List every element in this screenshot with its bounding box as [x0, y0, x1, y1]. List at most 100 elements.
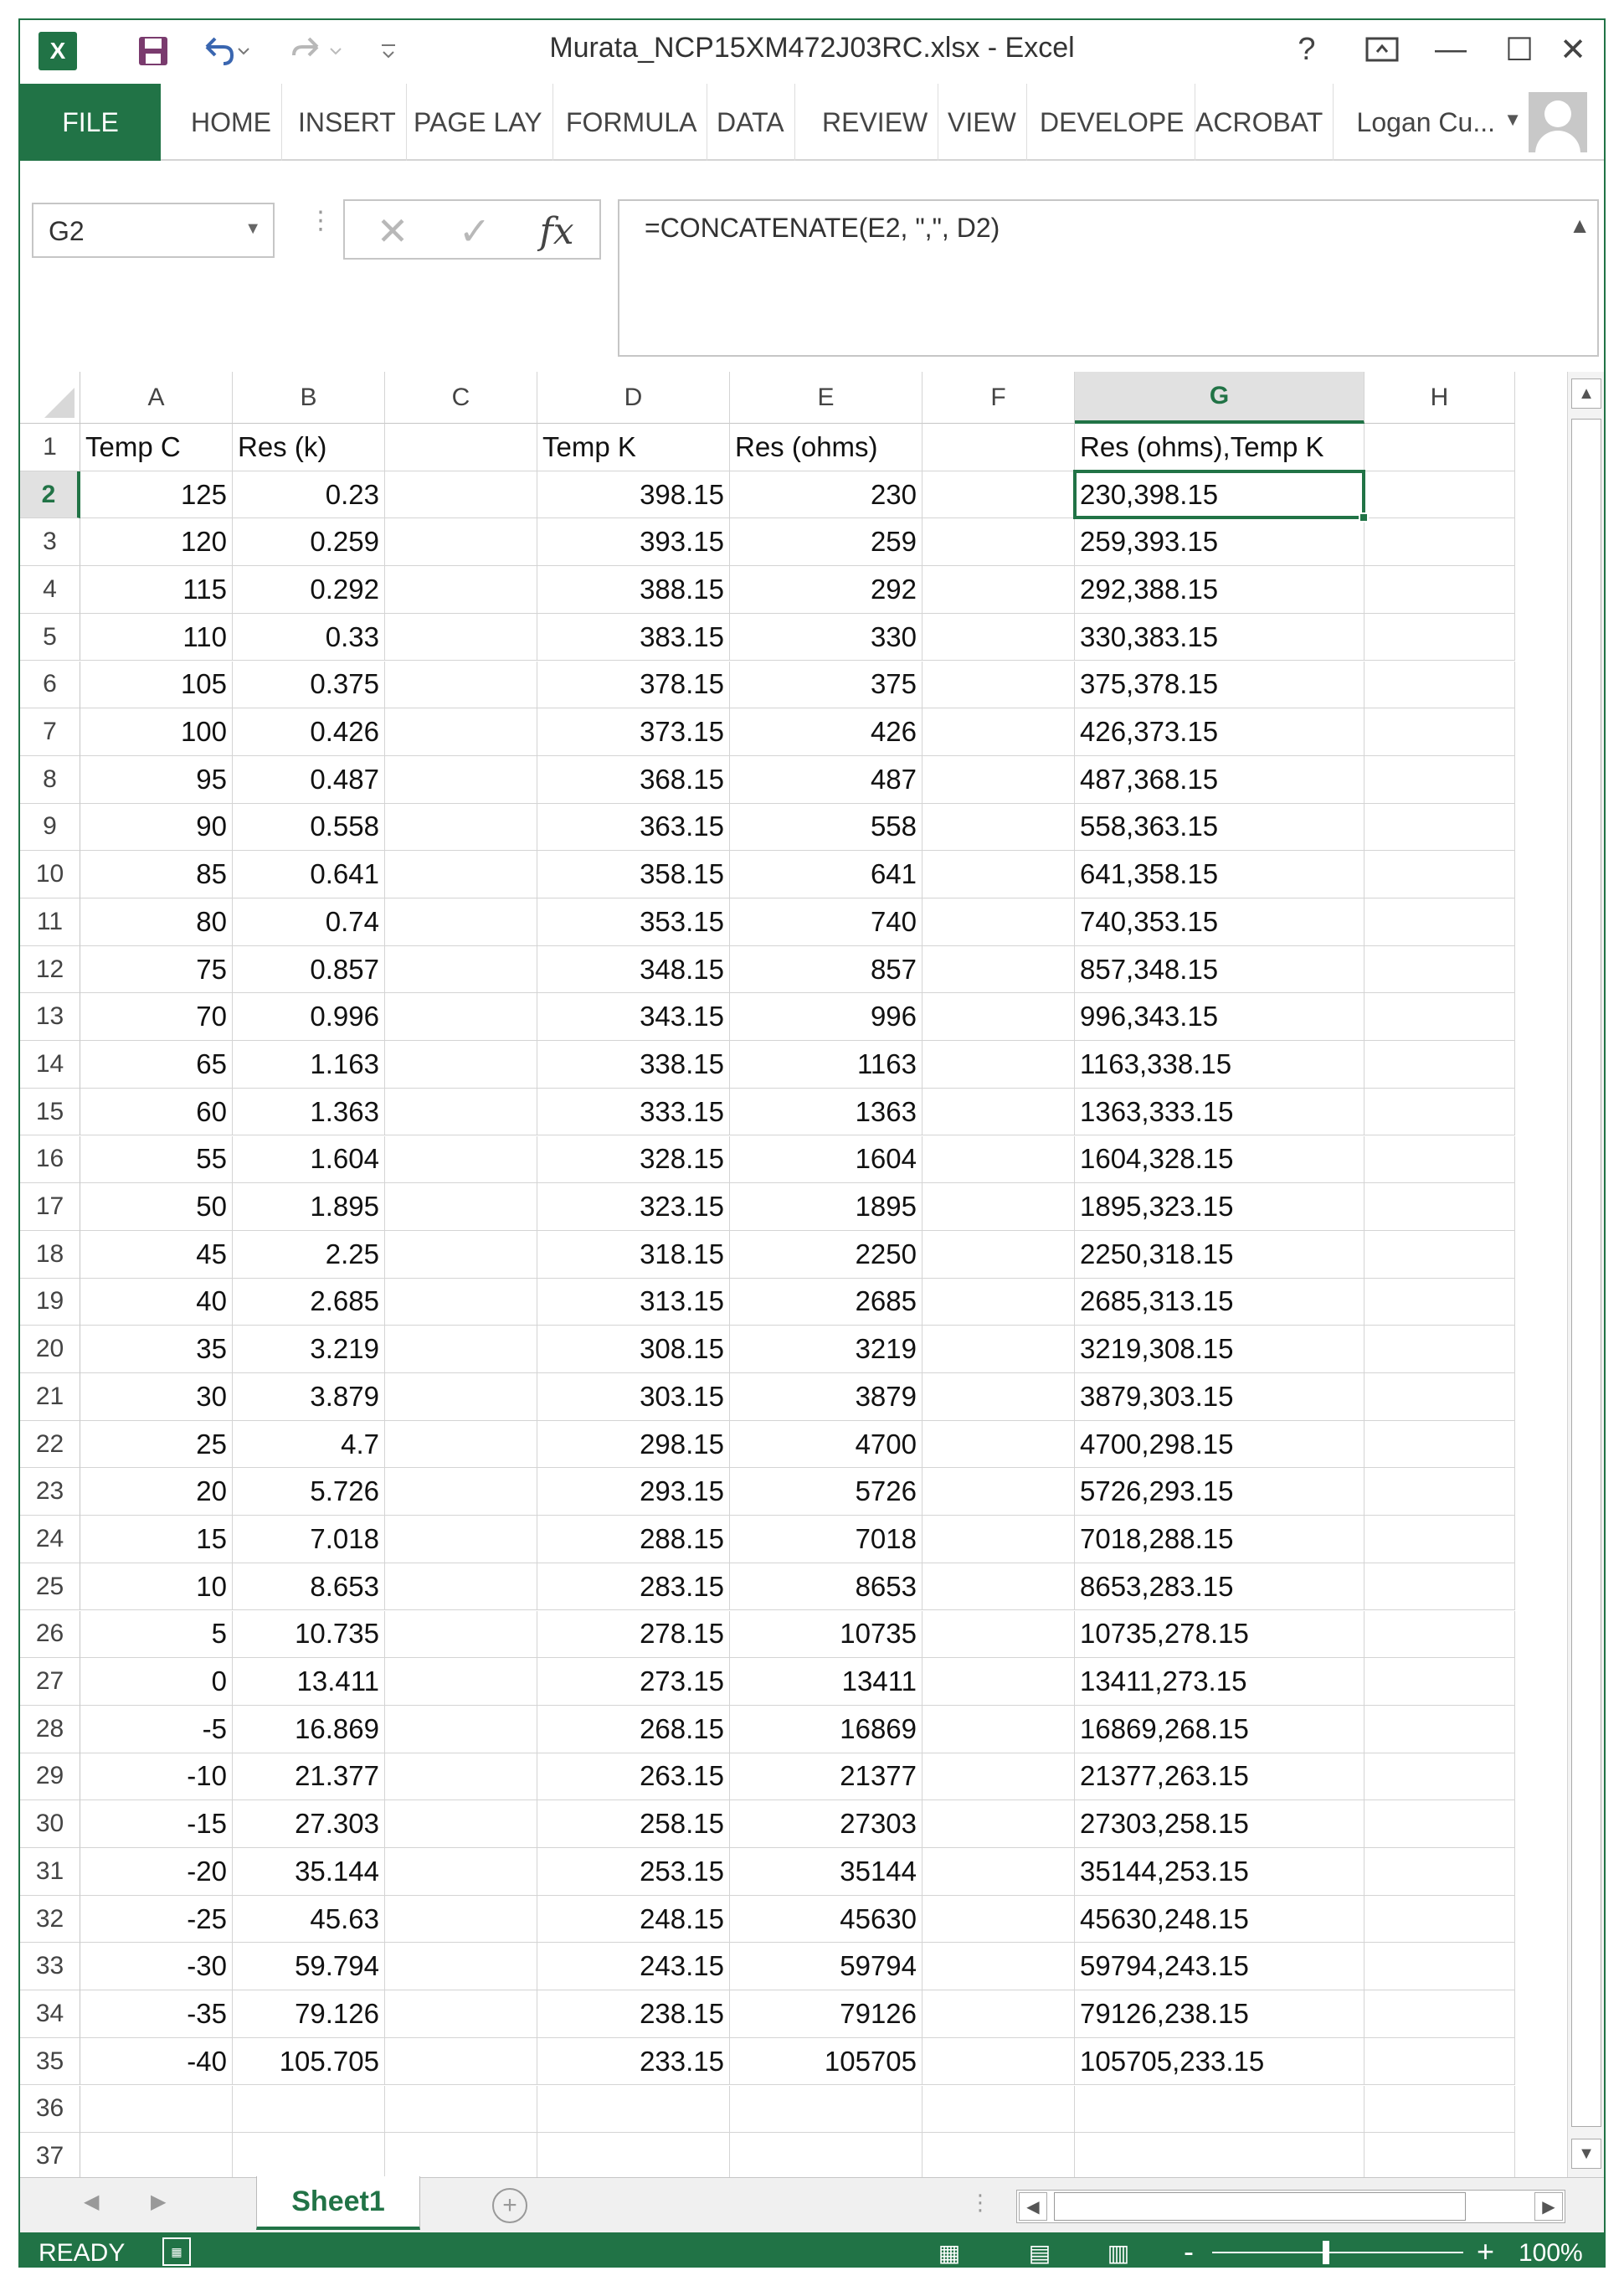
cell-h36[interactable]: [1364, 2085, 1515, 2134]
cell-a31[interactable]: -20: [80, 1848, 233, 1896]
zoom-in-button[interactable]: +: [1477, 2234, 1494, 2266]
cell-a23[interactable]: 20: [80, 1468, 233, 1516]
cell-c25[interactable]: [385, 1563, 537, 1611]
cell-f24[interactable]: [922, 1516, 1075, 1563]
row-header-8[interactable]: 8: [20, 755, 80, 804]
row-header-9[interactable]: 9: [20, 803, 80, 852]
row-header-25[interactable]: 25: [20, 1563, 80, 1611]
cell-b6[interactable]: 0.375: [233, 661, 385, 709]
cell-g20[interactable]: 3219,308.15: [1075, 1326, 1364, 1373]
cell-d12[interactable]: 348.15: [537, 945, 730, 994]
cell-b33[interactable]: 59.794: [233, 1943, 385, 1991]
worksheet-grid[interactable]: A B C D E F G H 1 Temp C Res (k) Temp K Res (ohms) Re…: [20, 372, 1567, 2177]
cell-e8[interactable]: 487: [730, 755, 922, 804]
cell-e26[interactable]: 10735: [730, 1610, 922, 1659]
cell-b32[interactable]: 45.63: [233, 1895, 385, 1944]
cell-a35[interactable]: -40: [80, 2037, 233, 2086]
cell-f10[interactable]: [922, 851, 1075, 898]
help-button[interactable]: ?: [1277, 28, 1336, 70]
cell-c1[interactable]: [385, 424, 537, 471]
zoom-level[interactable]: 100%: [1519, 2239, 1583, 2266]
cell-c36[interactable]: [385, 2085, 537, 2134]
cell-e31[interactable]: 35144: [730, 1848, 922, 1896]
cell-a25[interactable]: 10: [80, 1563, 233, 1611]
cell-g14[interactable]: 1163,338.15: [1075, 1041, 1364, 1089]
cell-d7[interactable]: 373.15: [537, 708, 730, 756]
collapse-formula-bar-icon[interactable]: ▲: [1569, 213, 1591, 239]
scroll-up-icon[interactable]: ▲: [1571, 378, 1601, 409]
cell-f32[interactable]: [922, 1895, 1075, 1944]
cell-a1[interactable]: Temp C: [80, 424, 233, 471]
cell-g12[interactable]: 857,348.15: [1075, 945, 1364, 994]
cell-e12[interactable]: 857: [730, 945, 922, 994]
cell-d32[interactable]: 248.15: [537, 1895, 730, 1944]
cell-a15[interactable]: 60: [80, 1088, 233, 1136]
cell-d4[interactable]: 388.15: [537, 566, 730, 614]
cell-h1[interactable]: [1364, 424, 1515, 471]
cell-b36[interactable]: [233, 2085, 385, 2134]
cell-h15[interactable]: [1364, 1088, 1515, 1136]
cell-f16[interactable]: [922, 1135, 1075, 1184]
avatar[interactable]: [1529, 92, 1587, 152]
cell-b16[interactable]: 1.604: [233, 1135, 385, 1184]
cell-f18[interactable]: [922, 1230, 1075, 1279]
row-header-27[interactable]: 27: [20, 1658, 80, 1706]
cell-d2[interactable]: 398.15: [537, 471, 730, 519]
cell-c24[interactable]: [385, 1516, 537, 1563]
cell-d10[interactable]: 358.15: [537, 851, 730, 898]
cell-f2[interactable]: [922, 471, 1075, 519]
cell-h14[interactable]: [1364, 1041, 1515, 1089]
row-header-16[interactable]: 16: [20, 1135, 80, 1184]
tab-home[interactable]: HOME: [181, 84, 282, 161]
column-header-g[interactable]: G: [1075, 372, 1364, 424]
cell-f35[interactable]: [922, 2037, 1075, 2086]
cell-h27[interactable]: [1364, 1658, 1515, 1706]
cell-f23[interactable]: [922, 1468, 1075, 1516]
cell-a22[interactable]: 25: [80, 1420, 233, 1469]
cell-c33[interactable]: [385, 1943, 537, 1991]
row-header-33[interactable]: 33: [20, 1943, 80, 1991]
cell-h21[interactable]: [1364, 1373, 1515, 1421]
row-header-21[interactable]: 21: [20, 1373, 80, 1421]
cell-g4[interactable]: 292,388.15: [1075, 566, 1364, 614]
row-header-19[interactable]: 19: [20, 1278, 80, 1326]
cell-b3[interactable]: 0.259: [233, 518, 385, 567]
column-header-h[interactable]: H: [1364, 372, 1515, 424]
cell-f26[interactable]: [922, 1610, 1075, 1659]
close-button[interactable]: ✕: [1544, 28, 1602, 70]
sheet-tab-sheet1[interactable]: Sheet1: [256, 2176, 420, 2230]
cell-d13[interactable]: 343.15: [537, 993, 730, 1042]
cell-d5[interactable]: 383.15: [537, 613, 730, 662]
cell-h10[interactable]: [1364, 851, 1515, 898]
cell-g33[interactable]: 59794,243.15: [1075, 1943, 1364, 1991]
cell-e23[interactable]: 5726: [730, 1468, 922, 1516]
cell-a7[interactable]: 100: [80, 708, 233, 756]
row-header-5[interactable]: 5: [20, 613, 80, 662]
cell-d6[interactable]: 378.15: [537, 661, 730, 709]
cell-h12[interactable]: [1364, 945, 1515, 994]
row-header-36[interactable]: 36: [20, 2085, 80, 2134]
cell-b34[interactable]: 79.126: [233, 1990, 385, 2038]
cell-d11[interactable]: 353.15: [537, 898, 730, 946]
cell-d17[interactable]: 323.15: [537, 1183, 730, 1231]
cell-d37[interactable]: [537, 2133, 730, 2177]
minimize-button[interactable]: —: [1421, 28, 1480, 70]
cell-b23[interactable]: 5.726: [233, 1468, 385, 1516]
cell-h13[interactable]: [1364, 993, 1515, 1042]
row-header-31[interactable]: 31: [20, 1848, 80, 1896]
cell-g37[interactable]: [1075, 2133, 1364, 2177]
column-header-c[interactable]: C: [385, 372, 537, 424]
cell-d36[interactable]: [537, 2085, 730, 2134]
cell-b7[interactable]: 0.426: [233, 708, 385, 756]
cell-f20[interactable]: [922, 1326, 1075, 1373]
add-sheet-button[interactable]: +: [492, 2188, 527, 2223]
cell-g23[interactable]: 5726,293.15: [1075, 1468, 1364, 1516]
cell-e9[interactable]: 558: [730, 803, 922, 852]
cell-f22[interactable]: [922, 1420, 1075, 1469]
tab-data[interactable]: DATA: [707, 84, 795, 161]
cell-h20[interactable]: [1364, 1326, 1515, 1373]
column-header-b[interactable]: B: [233, 372, 385, 424]
row-header-29[interactable]: 29: [20, 1753, 80, 1801]
cell-e15[interactable]: 1363: [730, 1088, 922, 1136]
insert-function-button[interactable]: fx: [527, 208, 586, 255]
